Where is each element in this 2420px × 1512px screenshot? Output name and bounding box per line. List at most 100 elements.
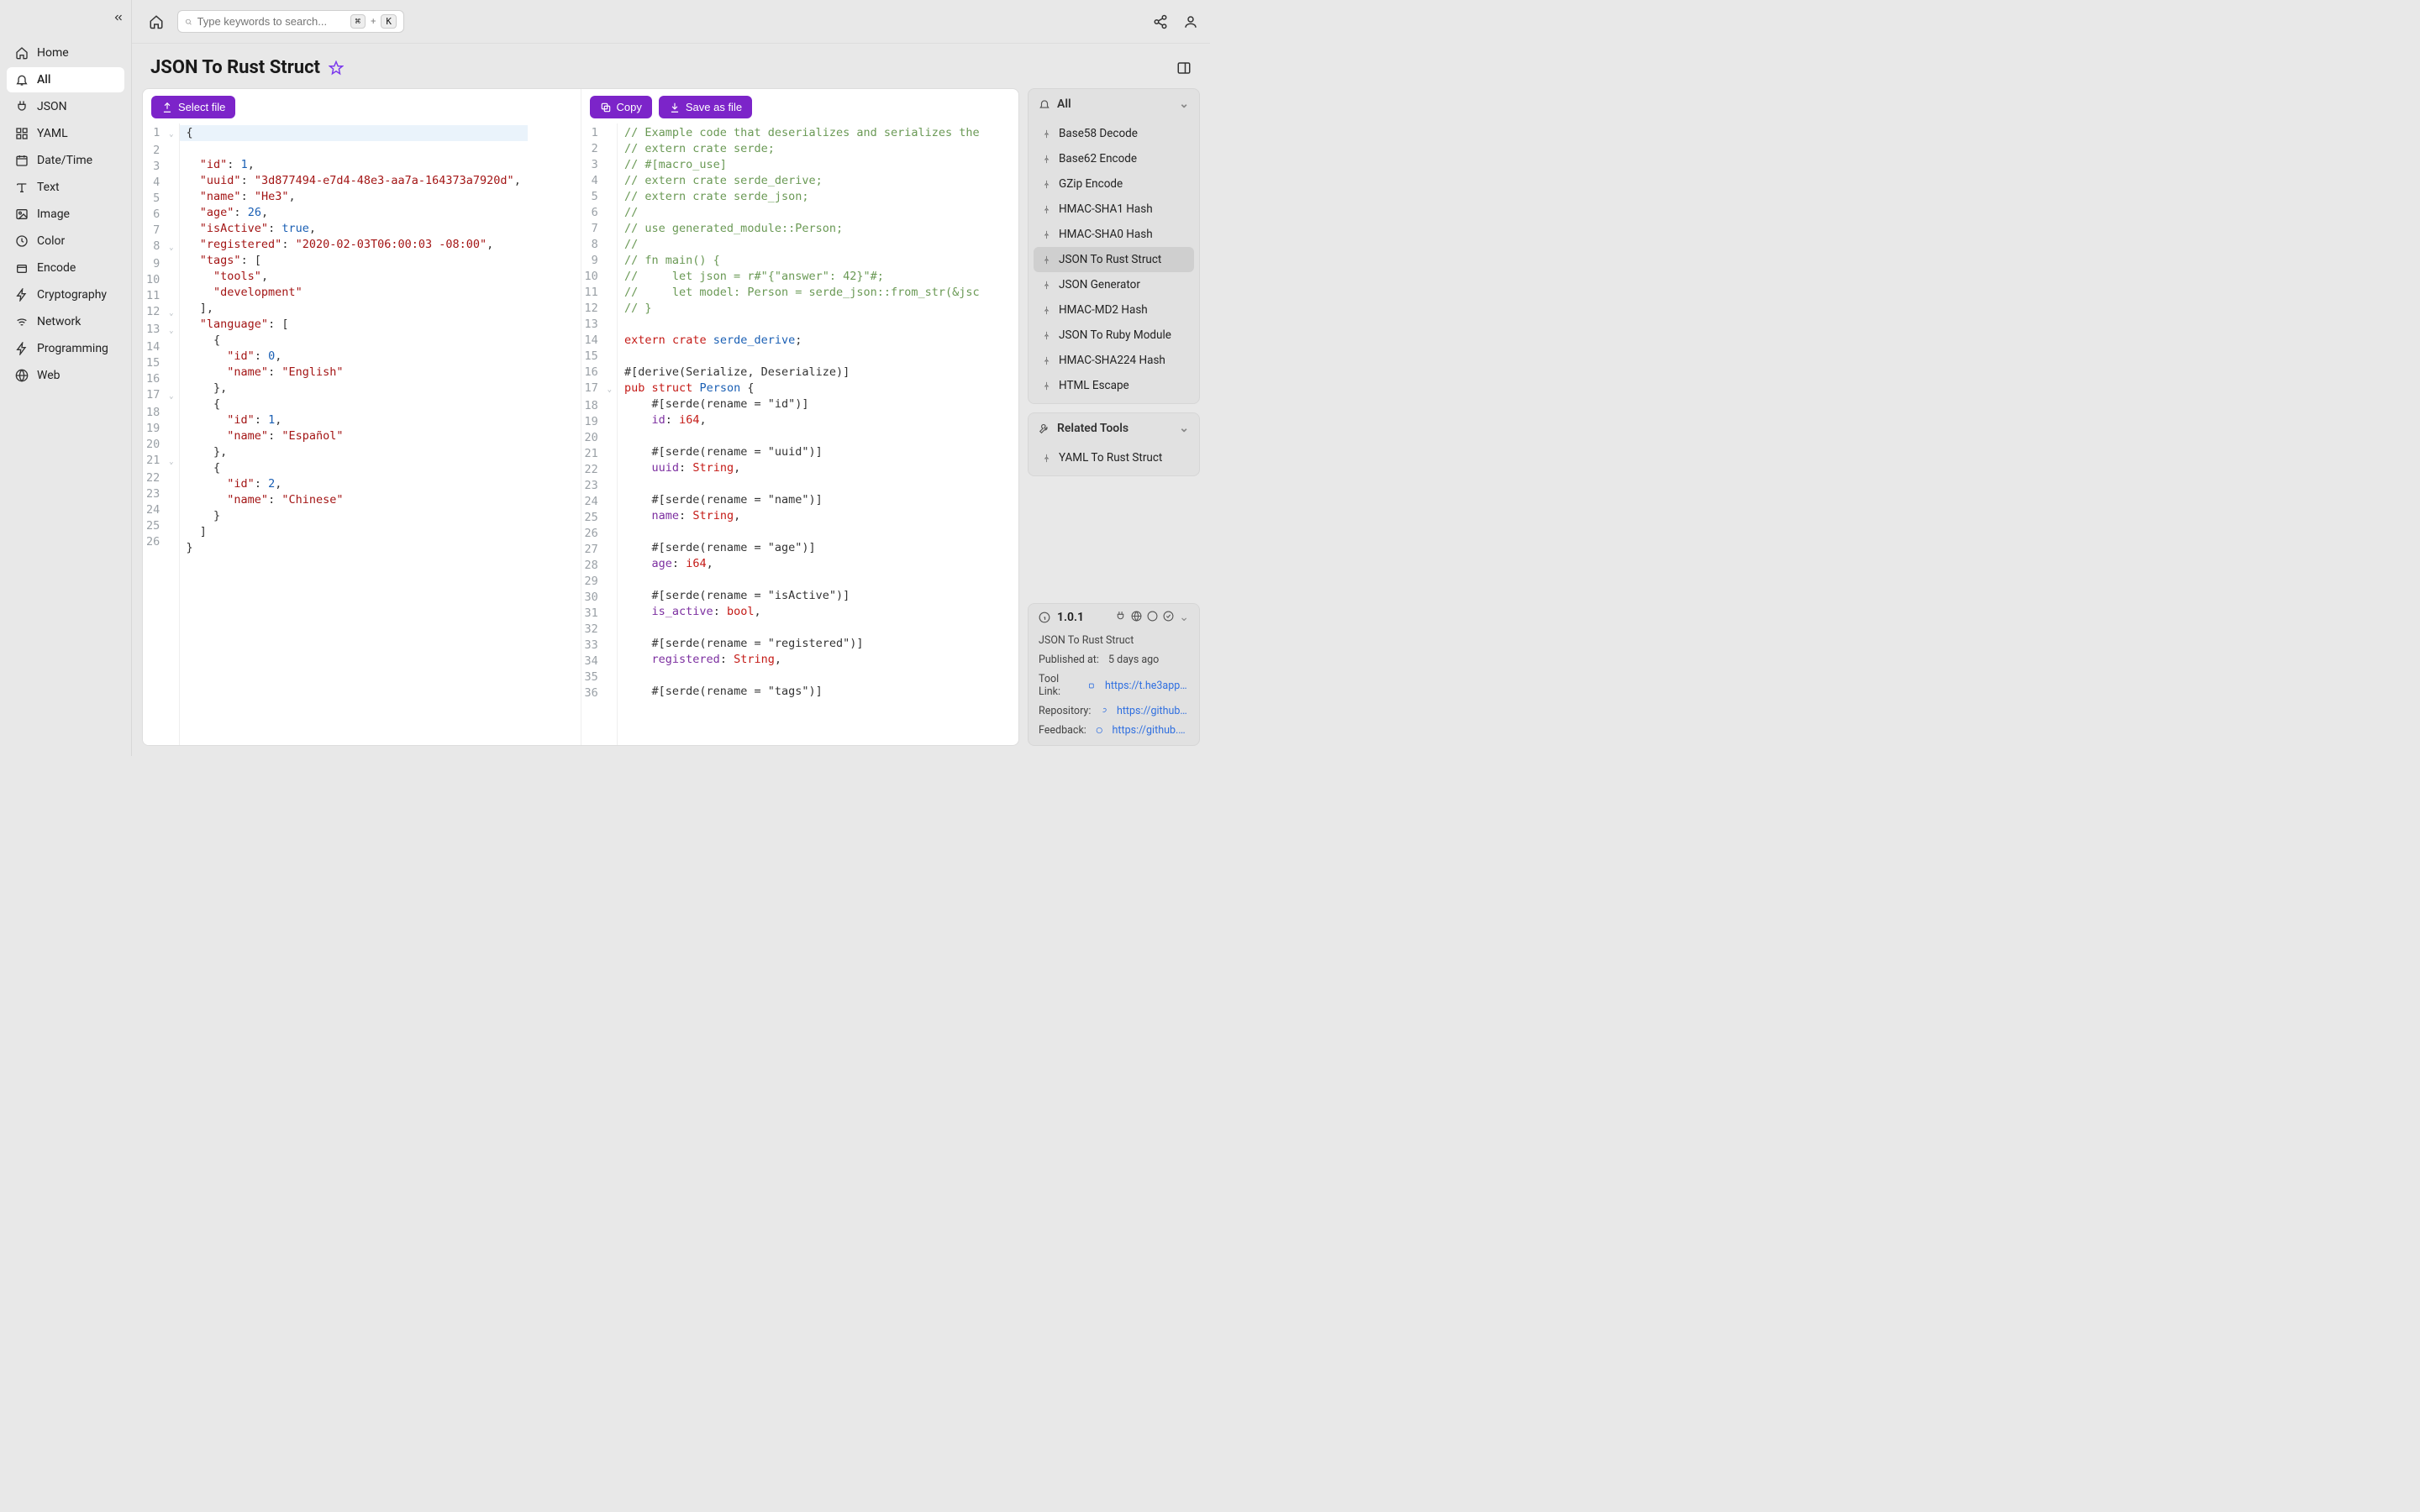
page-title: JSON To Rust Struct xyxy=(150,57,320,78)
wifi-icon xyxy=(15,315,29,328)
select-file-button[interactable]: Select file xyxy=(151,96,235,118)
sidebar-item-label: YAML xyxy=(37,127,68,140)
sidebar-item-json[interactable]: JSON xyxy=(7,94,124,119)
feedback-link[interactable]: https://github.com/... xyxy=(1113,724,1189,737)
info-name: JSON To Rust Struct xyxy=(1028,631,1199,650)
tool-item[interactable]: HMAC-MD2 Hash xyxy=(1034,297,1194,323)
sidebar-item-yaml[interactable]: YAML xyxy=(7,121,124,146)
bolt-icon xyxy=(15,288,29,302)
box-icon xyxy=(15,261,29,275)
sidebar-item-text[interactable]: Text xyxy=(7,175,124,200)
sidebar-item-web[interactable]: Web xyxy=(7,363,124,388)
chevron-down-icon: ⌄ xyxy=(1179,97,1189,111)
copy-icon xyxy=(600,102,612,113)
tool-item[interactable]: HTML Escape xyxy=(1034,373,1194,398)
share-button[interactable] xyxy=(1153,14,1168,29)
clock-icon xyxy=(15,234,29,248)
sidebar-item-all[interactable]: All xyxy=(7,67,124,92)
pin-icon xyxy=(1042,454,1052,463)
sidebar-item-label: Color xyxy=(37,234,65,248)
star-icon xyxy=(329,60,344,76)
tool-item[interactable]: JSON Generator xyxy=(1034,272,1194,297)
home-icon xyxy=(15,46,29,60)
pin-icon xyxy=(1042,129,1052,139)
sidebar-item-programming[interactable]: Programming xyxy=(7,336,124,361)
globe-icon xyxy=(1131,611,1142,622)
copy-button[interactable]: Copy xyxy=(590,96,652,118)
tool-item-label: HMAC-SHA1 Hash xyxy=(1059,202,1153,216)
pin-icon xyxy=(1042,356,1052,365)
search-box[interactable]: ⌘ + K xyxy=(177,10,404,33)
tool-item-label: Base62 Encode xyxy=(1059,152,1137,165)
tools-card: All ⌄ Base58 Decode Base62 Encode GZip Enc… xyxy=(1028,88,1200,404)
sidebar-item-label: Date/Time xyxy=(37,154,92,167)
pin-icon xyxy=(1042,381,1052,391)
home-icon xyxy=(149,14,164,29)
pin-icon xyxy=(1042,155,1052,164)
input-editor: Select file 1 ⌄ 2 3 4 5 6 7 8 ⌄ 9 10 11 … xyxy=(143,89,581,745)
sidebar-item-date-time[interactable]: Date/Time xyxy=(7,148,124,173)
tool-item-label: HTML Escape xyxy=(1059,379,1129,392)
grid-icon xyxy=(15,127,29,140)
tool-item[interactable]: JSON To Ruby Module xyxy=(1034,323,1194,348)
tools-card-header[interactable]: All ⌄ xyxy=(1028,89,1199,119)
check-icon xyxy=(1163,611,1174,622)
tool-item-label: YAML To Rust Struct xyxy=(1059,451,1162,465)
plug-icon xyxy=(1115,611,1126,622)
sidebar-item-label: Encode xyxy=(37,261,76,275)
pin-icon xyxy=(1042,331,1052,340)
upload-icon xyxy=(161,102,173,113)
home-button[interactable] xyxy=(144,9,169,34)
share-icon xyxy=(1153,14,1168,29)
tool-item[interactable]: GZip Encode xyxy=(1034,171,1194,197)
sidebar-item-label: Web xyxy=(37,369,60,382)
account-button[interactable] xyxy=(1183,14,1198,29)
tool-item[interactable]: Base62 Encode xyxy=(1034,146,1194,171)
kbd-cmd: ⌘ xyxy=(350,14,366,29)
tool-item[interactable]: HMAC-SHA224 Hash xyxy=(1034,348,1194,373)
sidebar-item-image[interactable]: Image xyxy=(7,202,124,227)
link-icon xyxy=(1087,681,1096,690)
output-code[interactable]: // Example code that deserializes and se… xyxy=(618,123,986,745)
wrench-icon xyxy=(1039,423,1050,434)
right-panel: All ⌄ Base58 Decode Base62 Encode GZip Enc… xyxy=(1028,88,1200,746)
bell-icon xyxy=(1039,98,1050,110)
sidebar-item-color[interactable]: Color xyxy=(7,228,124,254)
collapse-sidebar-button[interactable] xyxy=(113,12,124,24)
sidebar-item-encode[interactable]: Encode xyxy=(7,255,124,281)
tool-item-label: Base58 Decode xyxy=(1059,127,1138,140)
tool-link[interactable]: https://t.he3app.co... xyxy=(1105,680,1189,692)
sidebar-item-cryptography[interactable]: Cryptography xyxy=(7,282,124,307)
related-card-header[interactable]: Related Tools ⌄ xyxy=(1028,413,1199,444)
version-text: 1.0.1 xyxy=(1057,611,1084,624)
tool-item[interactable]: HMAC-SHA1 Hash xyxy=(1034,197,1194,222)
tool-item-label: JSON Generator xyxy=(1059,278,1140,291)
save-as-file-button[interactable]: Save as file xyxy=(659,96,752,118)
sidebar-item-network[interactable]: Network xyxy=(7,309,124,334)
tool-item[interactable]: Base58 Decode xyxy=(1034,121,1194,146)
output-editor: Copy Save as file 1 2 3 4 5 6 7 8 9 10 1… xyxy=(581,89,1019,745)
tool-item-label: JSON To Ruby Module xyxy=(1059,328,1171,342)
tool-item[interactable]: JSON To Rust Struct xyxy=(1034,247,1194,272)
repo-link[interactable]: https://github.com... xyxy=(1117,705,1189,717)
related-tool-item[interactable]: YAML To Rust Struct xyxy=(1034,445,1194,470)
tool-item-label: GZip Encode xyxy=(1059,177,1123,191)
download-icon xyxy=(669,102,681,113)
kbd-k: K xyxy=(381,14,397,29)
info-icon xyxy=(1039,612,1050,623)
chevron-down-icon[interactable]: ⌄ xyxy=(1179,611,1189,624)
favorite-button[interactable] xyxy=(329,60,344,76)
pin-icon xyxy=(1042,255,1052,265)
input-code[interactable]: { "id": 1, "uuid": "3d877494-e7d4-48e3-a… xyxy=(180,123,528,745)
github-icon xyxy=(1147,611,1158,622)
tool-item-label: HMAC-SHA0 Hash xyxy=(1059,228,1153,241)
tool-item[interactable]: HMAC-SHA0 Hash xyxy=(1034,222,1194,247)
title-row: JSON To Rust Struct xyxy=(132,44,1210,88)
sidebar-item-home[interactable]: Home xyxy=(7,40,124,66)
image-icon xyxy=(15,207,29,221)
pin-icon xyxy=(1042,230,1052,239)
sidebar-item-label: Programming xyxy=(37,342,108,355)
panel-toggle-button[interactable] xyxy=(1176,60,1192,76)
sidebar-item-label: Image xyxy=(37,207,70,221)
search-input[interactable] xyxy=(197,15,345,28)
